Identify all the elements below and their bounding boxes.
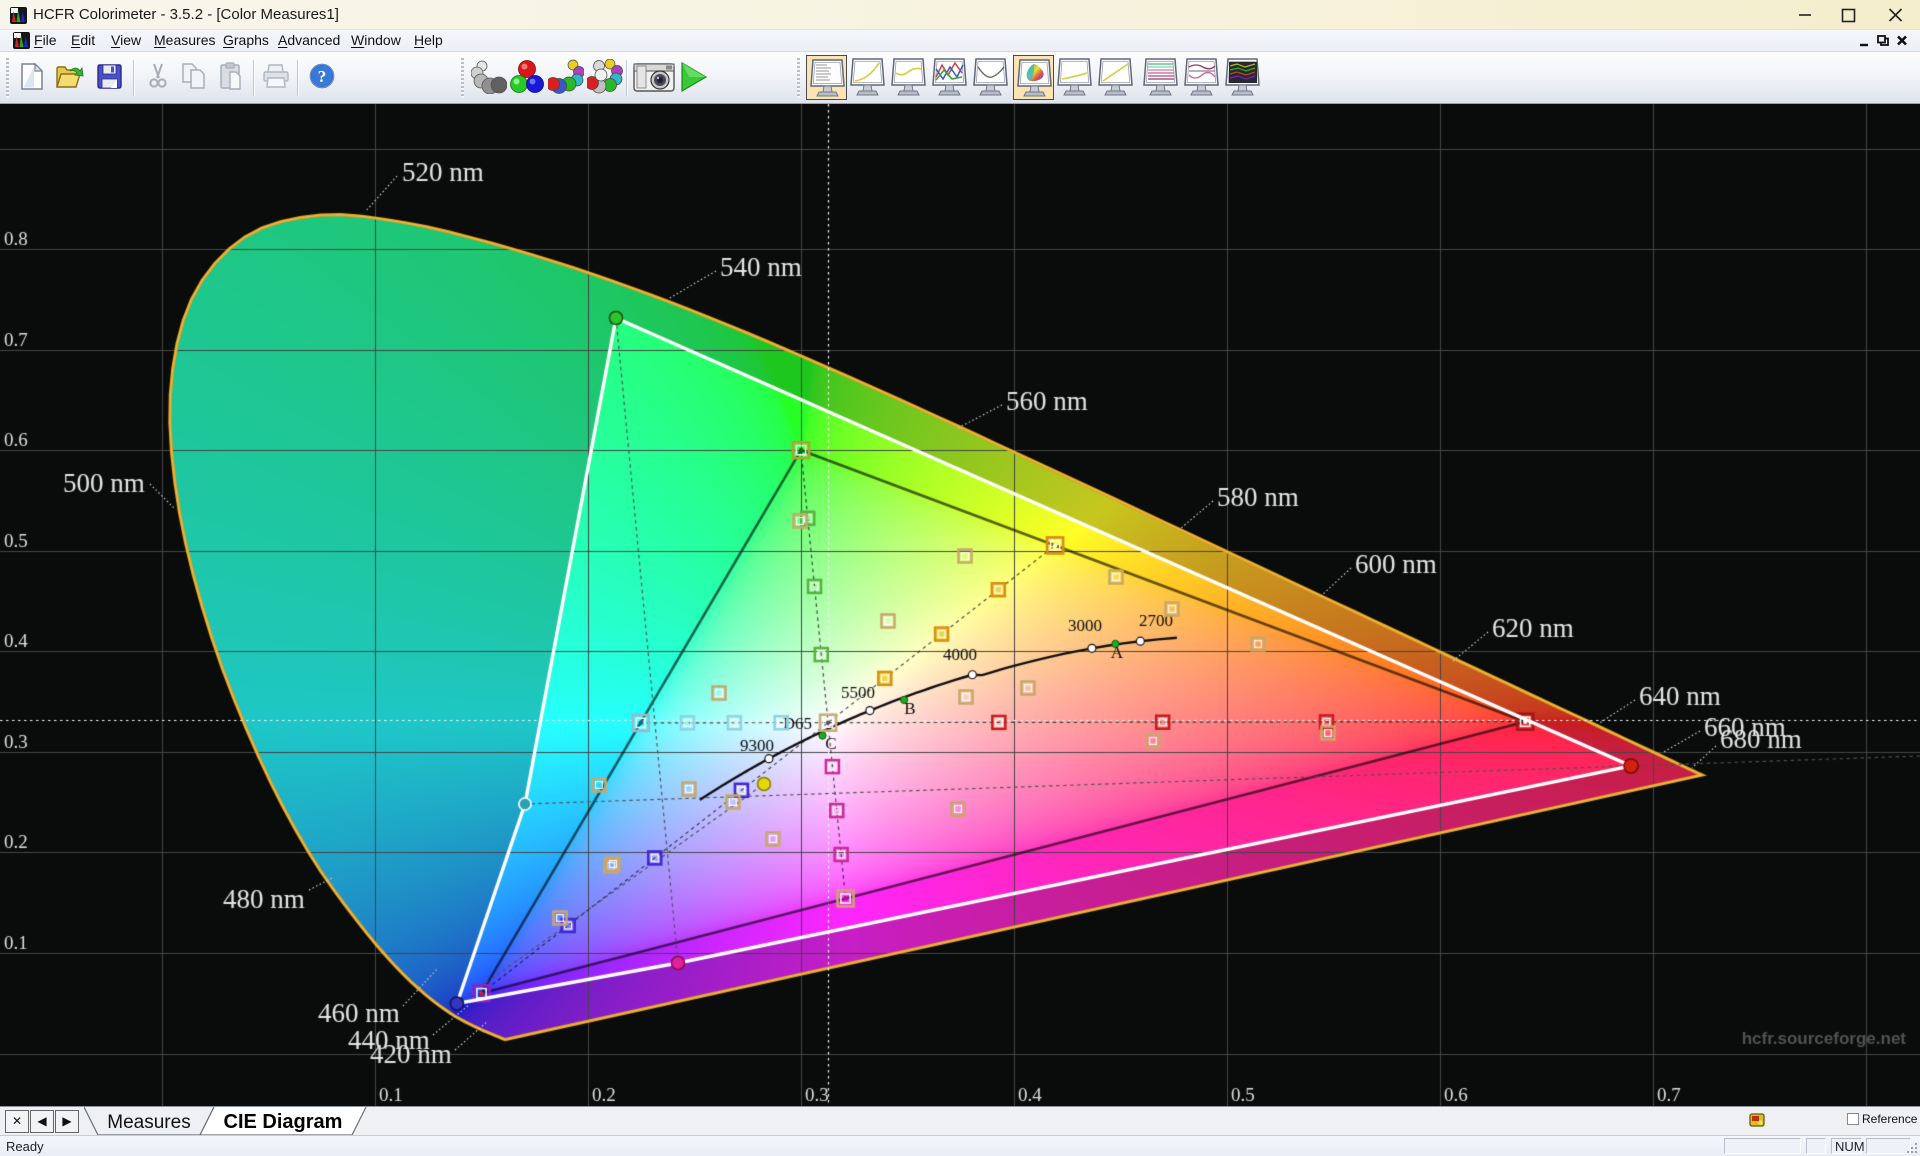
- svg-text:?: ?: [318, 67, 327, 86]
- svg-text:CIE Diagram: CIE Diagram: [224, 1111, 343, 1133]
- svg-text:Measures: Measures: [107, 1112, 190, 1133]
